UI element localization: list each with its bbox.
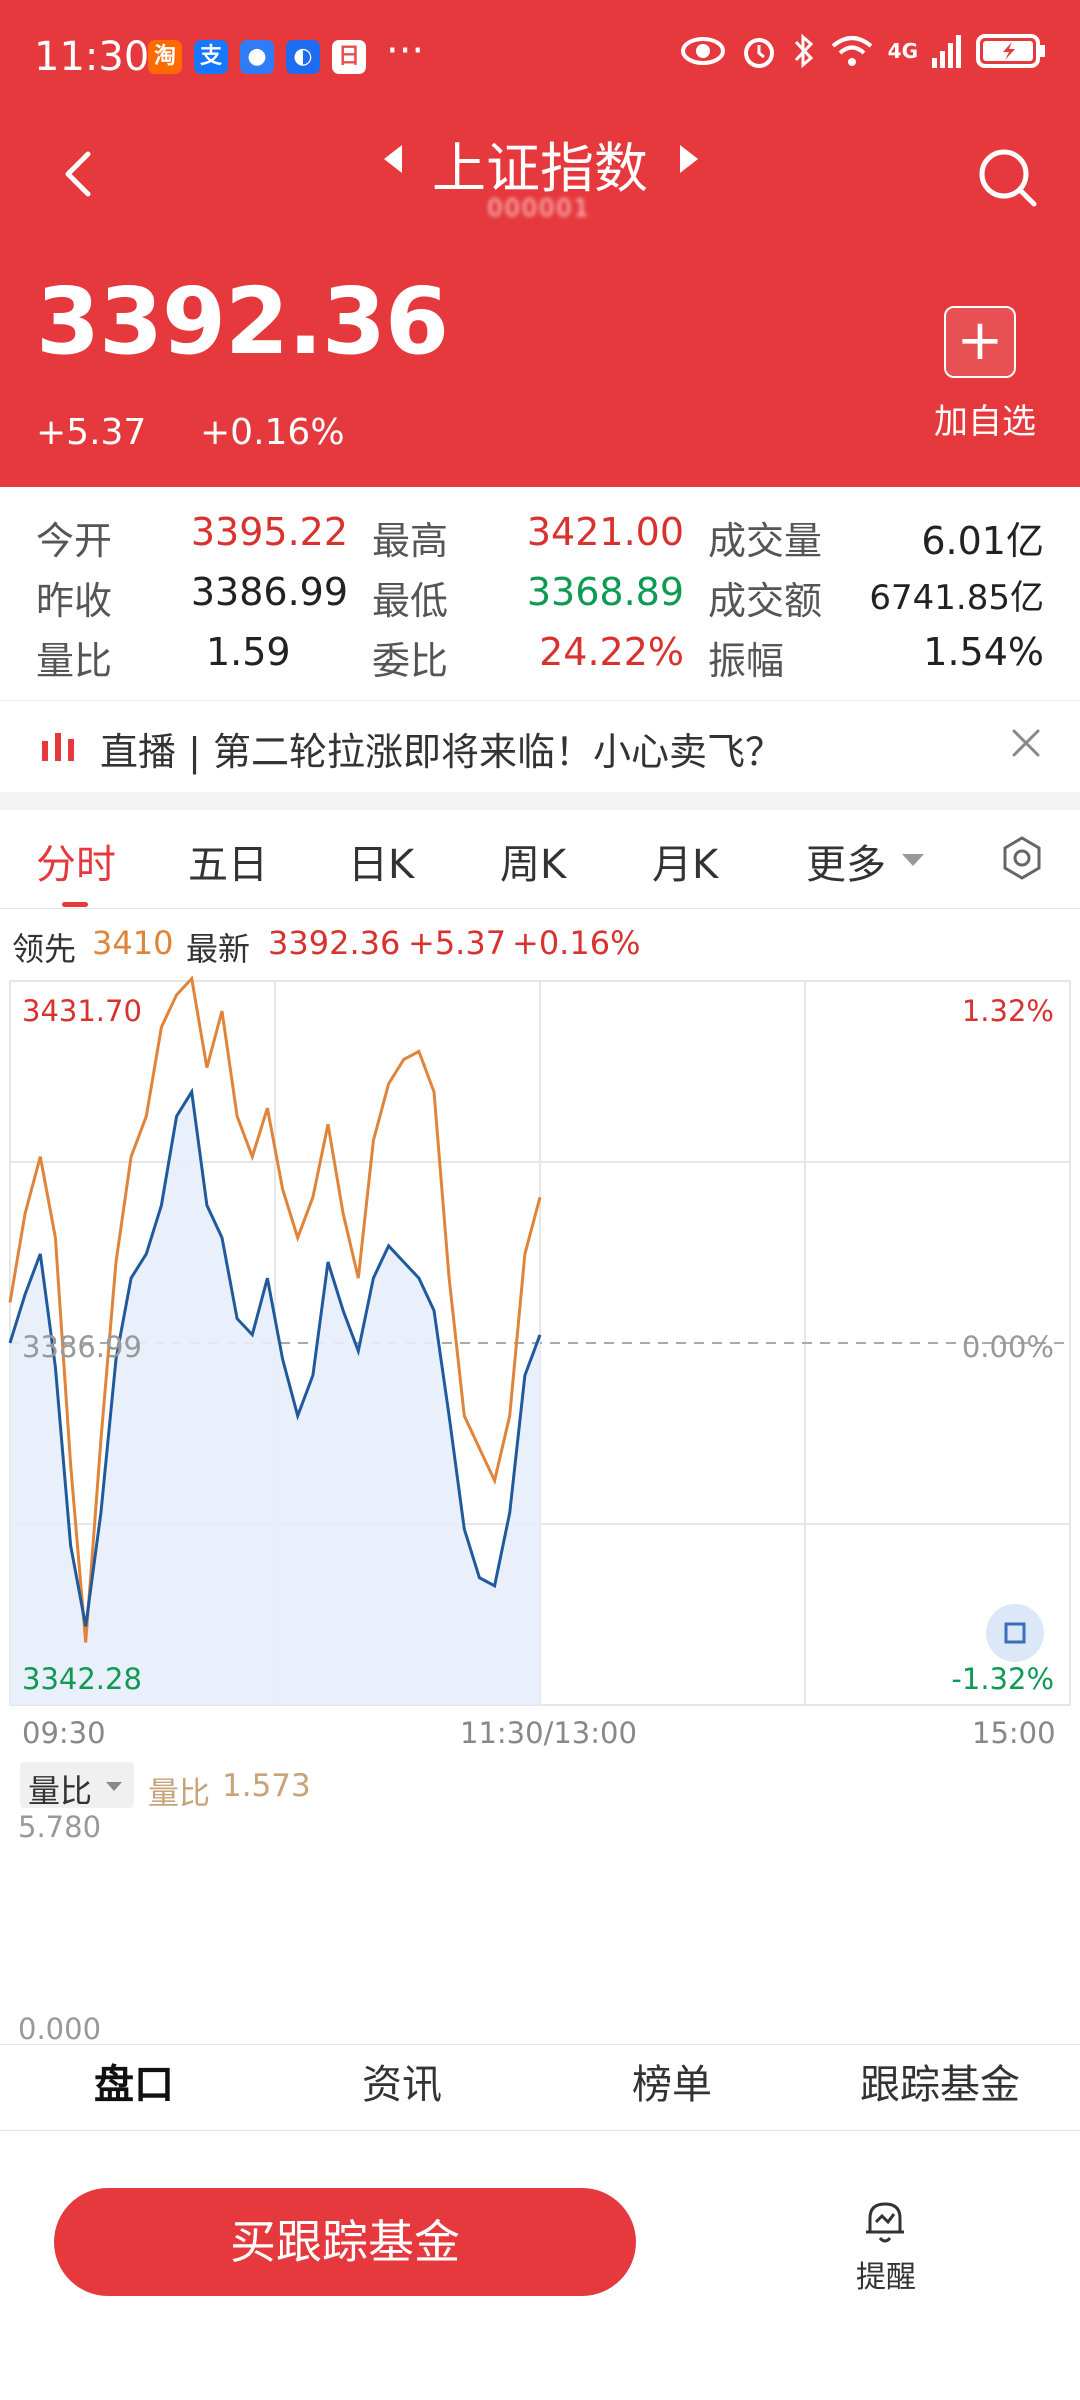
taobao-icon: 淘 xyxy=(148,40,182,74)
status-bar: 11:30 淘 支 ● ◐ 日 ··· 4G xyxy=(0,0,1080,118)
legend-change: +5.37 xyxy=(408,924,507,962)
tab-rankings[interactable]: 榜单 xyxy=(632,2052,712,2110)
alipay-icon: 支 xyxy=(194,40,228,74)
tab-weekly-k[interactable]: 周K xyxy=(500,832,566,890)
wifi-icon xyxy=(831,36,872,66)
stat-label-low: 最低 xyxy=(372,579,449,623)
expand-icon xyxy=(1004,1622,1026,1644)
pct-mid-label: 0.00% xyxy=(961,1330,1054,1364)
alert-button[interactable]: 提醒 xyxy=(840,2196,930,2296)
bottom-tabs-divider xyxy=(0,2044,1080,2045)
bell-icon xyxy=(866,2202,904,2243)
volume-min-label: 0.000 xyxy=(18,2012,102,2046)
stat-value-volume-ratio: 1.59 xyxy=(206,630,291,674)
legend-latest-label: 最新 xyxy=(186,930,251,968)
stat-value-turnover: 6741.85亿 xyxy=(869,578,1044,618)
legend-change-pct: +0.16% xyxy=(512,924,641,962)
stat-label-volume-ratio: 量比 xyxy=(36,639,113,683)
settings-icon[interactable] xyxy=(998,834,1046,882)
chevron-down-icon xyxy=(106,1782,122,1791)
network-type: 4G xyxy=(887,39,918,63)
stat-label-volume: 成交量 xyxy=(708,519,823,563)
x-tick-open: 09:30 xyxy=(22,1716,106,1750)
stat-value-low: 3368.89 xyxy=(526,570,684,614)
stat-label-open: 今开 xyxy=(36,519,113,563)
tips-icon: ◐ xyxy=(286,40,320,74)
stat-label-amplitude: 振幅 xyxy=(708,639,785,683)
tab-more[interactable]: 更多 xyxy=(806,832,886,890)
title-wrap: 上证指数 xyxy=(0,118,1080,203)
tab-five-day[interactable]: 五日 xyxy=(188,832,268,890)
x-tick-midday: 11:30/13:00 xyxy=(460,1716,637,1750)
status-time: 11:30 xyxy=(34,34,150,80)
tab-monthly-k[interactable]: 月K xyxy=(652,832,718,890)
volume-selector-label: 量比 xyxy=(28,1772,93,1810)
calendar-icon: 日 xyxy=(332,40,366,74)
y-min-label: 3342.28 xyxy=(22,1662,142,1696)
bluetooth-icon xyxy=(794,33,813,69)
section-gap xyxy=(0,792,1080,810)
status-icons: 4G xyxy=(680,32,1046,70)
index-code: 000001 xyxy=(487,194,591,222)
search-icon[interactable] xyxy=(976,146,1040,210)
legend-latest-value: 3392.36 xyxy=(268,924,401,962)
volume-ratio-label: 量比 xyxy=(148,1776,210,1812)
buy-tracking-fund-button[interactable]: 买跟踪基金 xyxy=(54,2188,636,2296)
tab-order-book[interactable]: 盘口 xyxy=(94,2052,174,2110)
stat-label-turnover: 成交额 xyxy=(708,579,823,623)
alert-label: 提醒 xyxy=(856,2260,916,2295)
eye-icon xyxy=(680,37,725,65)
close-icon[interactable] xyxy=(1008,725,1044,761)
chevron-down-icon[interactable] xyxy=(902,854,924,866)
current-price: 3392.36 xyxy=(36,268,449,375)
volume-max-label: 5.780 xyxy=(18,1810,102,1844)
next-index-icon[interactable] xyxy=(680,145,698,173)
live-banner[interactable]: 直播 | 第二轮拉涨即将来临！小心卖飞？ xyxy=(0,700,1080,790)
stat-label-high: 最高 xyxy=(372,519,449,563)
volume-selector[interactable]: 量比 xyxy=(20,1762,134,1810)
price-change-pct: +0.16% xyxy=(200,412,345,453)
stat-value-prev-close: 3386.99 xyxy=(190,570,348,614)
tab-divider xyxy=(0,908,1080,909)
fullscreen-button[interactable] xyxy=(986,1604,1044,1662)
stat-value-order-ratio: 24.22% xyxy=(539,630,684,674)
legend-lead-value: 3410 xyxy=(92,924,174,962)
intraday-chart[interactable] xyxy=(0,975,1080,1745)
tab-daily-k[interactable]: 日K xyxy=(348,832,414,890)
tab-intraday[interactable]: 分时 xyxy=(36,832,116,890)
x-tick-close: 15:00 xyxy=(972,1716,1056,1750)
battery-icon xyxy=(976,34,1045,68)
add-watchlist-label[interactable]: 加自选 xyxy=(934,394,1036,443)
message-icon: ● xyxy=(240,40,274,74)
stat-value-open: 3395.22 xyxy=(190,510,348,554)
tab-tracking-funds[interactable]: 跟踪基金 xyxy=(860,2052,1020,2110)
banner-text[interactable]: 直播 | 第二轮拉涨即将来临！小心卖飞？ xyxy=(100,721,783,776)
volume-ratio-value: 1.573 xyxy=(222,1768,311,1804)
stat-value-high: 3421.00 xyxy=(526,510,684,554)
alarm-icon xyxy=(743,38,774,68)
live-bars-icon xyxy=(42,733,74,761)
stat-value-amplitude: 1.54% xyxy=(923,630,1044,674)
legend-lead-label: 领先 xyxy=(12,930,77,968)
tab-indicator xyxy=(62,902,88,907)
stat-label-prev-close: 昨收 xyxy=(36,579,113,623)
y-max-label: 3431.70 xyxy=(22,994,142,1028)
page-title: 上证指数 xyxy=(432,137,648,200)
add-watchlist-button[interactable]: + xyxy=(944,306,1016,378)
quote-header: 11:30 淘 支 ● ◐ 日 ··· 4G 上证指数 000001 3392.… xyxy=(0,0,1080,487)
y-mid-label: 3386.99 xyxy=(22,1330,142,1364)
pct-max-label: 1.32% xyxy=(961,994,1054,1028)
stat-value-volume: 6.01亿 xyxy=(921,519,1044,563)
more-notifications-icon: ··· xyxy=(386,28,425,74)
price-change: +5.37 xyxy=(36,412,147,453)
stat-label-order-ratio: 委比 xyxy=(372,639,449,683)
pct-min-label: -1.32% xyxy=(951,1662,1054,1696)
tab-news[interactable]: 资讯 xyxy=(362,2052,442,2110)
signal-icon xyxy=(932,35,961,68)
